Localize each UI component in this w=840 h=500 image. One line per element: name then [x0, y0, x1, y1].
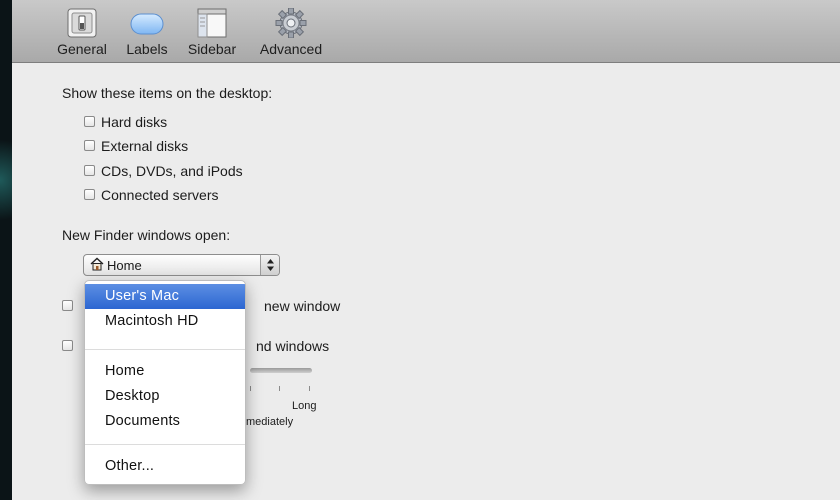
menu-item-other[interactable]: Other...: [85, 454, 245, 479]
menu-separator: [85, 444, 245, 445]
menu-item-home[interactable]: Home: [85, 359, 245, 384]
toolbar-label-sidebar: Sidebar: [187, 41, 237, 57]
menu-item-desktop[interactable]: Desktop: [85, 384, 245, 409]
option-row-2-text: nd windows: [256, 338, 330, 354]
location-dropdown-menu: User's Mac Macintosh HD Home Desktop Doc…: [84, 280, 246, 485]
hard-disks-checkbox[interactable]: [84, 116, 95, 127]
menu-item-documents[interactable]: Documents: [85, 409, 245, 434]
popup-arrows: [260, 255, 279, 275]
finder-preferences-window: General Labels Sidebar Advanced Show the…: [12, 0, 840, 500]
new-window-location-popup[interactable]: Home: [83, 254, 280, 276]
toolbar-tab-sidebar[interactable]: Sidebar: [184, 8, 240, 60]
new-finder-windows-heading: New Finder windows open:: [62, 227, 231, 243]
sidebar-icon: [197, 8, 227, 38]
popup-selected-value: Home: [107, 258, 142, 273]
option-row-1-text: new window: [264, 298, 341, 314]
toolbar-tab-advanced[interactable]: Advanced: [256, 8, 326, 60]
preferences-toolbar: General Labels Sidebar Advanced: [12, 0, 840, 63]
option-checkbox-1[interactable]: [62, 300, 73, 311]
connected-servers-checkbox[interactable]: [84, 189, 95, 200]
toolbar-label-labels: Labels: [126, 41, 168, 57]
desktop-items-heading: Show these items on the desktop:: [62, 85, 273, 101]
hard-disks-label: Hard disks: [101, 114, 168, 130]
slider-tick: [279, 386, 280, 391]
menu-separator: [85, 349, 245, 350]
toolbar-label-advanced: Advanced: [259, 41, 323, 57]
slider-immediately-label: mediately: [246, 416, 294, 428]
toolbar-label-general: General: [57, 41, 107, 57]
option-checkbox-2[interactable]: [62, 340, 73, 351]
menu-item-macintosh-hd[interactable]: Macintosh HD: [85, 309, 245, 334]
external-disks-label: External disks: [101, 138, 189, 154]
gear-icon: [275, 8, 307, 38]
external-disks-checkbox[interactable]: [84, 140, 95, 151]
cds-dvds-ipods-label: CDs, DVDs, and iPods: [101, 163, 243, 179]
menu-item-users-mac[interactable]: User's Mac: [85, 284, 245, 309]
toolbar-tab-general[interactable]: General: [54, 8, 110, 60]
labels-icon: [130, 13, 164, 35]
general-switch-icon: [67, 8, 97, 38]
toolbar-tab-labels[interactable]: Labels: [124, 8, 170, 60]
cds-dvds-ipods-checkbox[interactable]: [84, 165, 95, 176]
home-icon: [90, 257, 104, 271]
connected-servers-label: Connected servers: [101, 187, 219, 203]
desktop-background: [0, 0, 12, 500]
slider-long-label: Long: [292, 400, 317, 412]
up-down-arrows-icon: [267, 259, 274, 271]
slider-tick: [250, 386, 251, 391]
slider-tick: [309, 386, 310, 391]
delay-slider-track[interactable]: [250, 368, 312, 373]
